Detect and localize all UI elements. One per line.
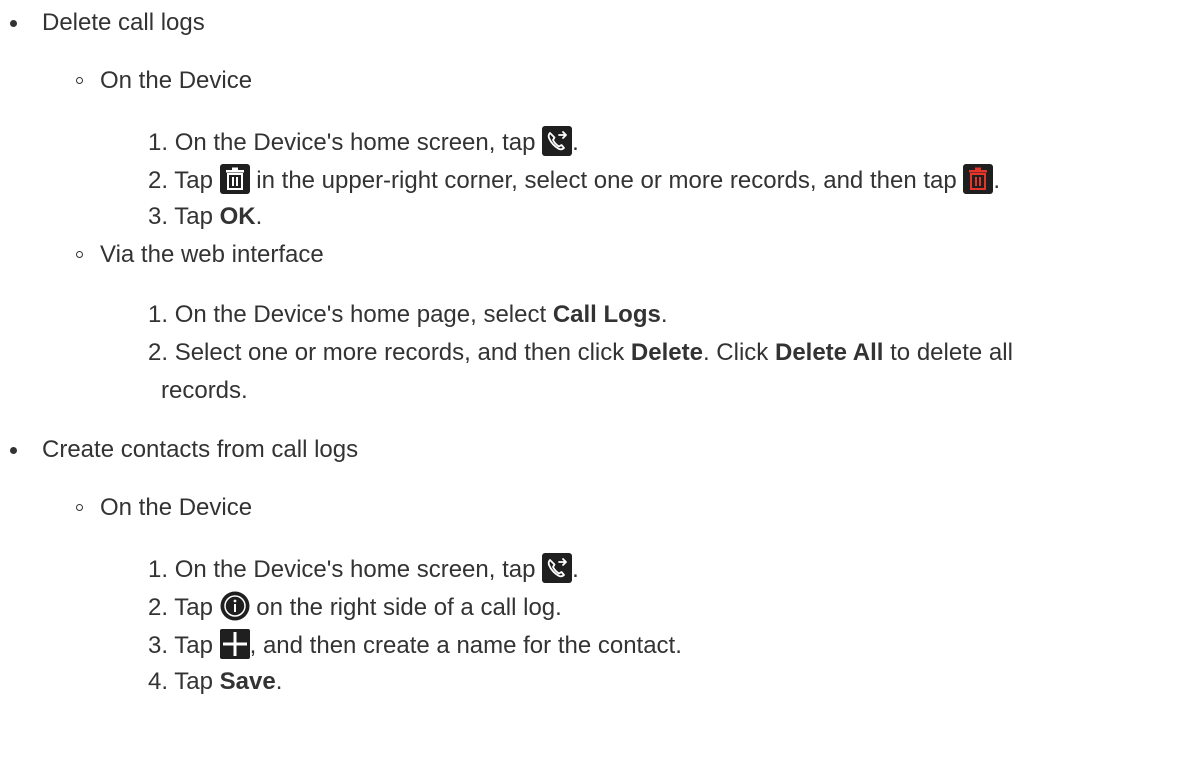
- step-text: Tap: [174, 203, 213, 230]
- step-number: 1.: [148, 301, 169, 328]
- step: 2. Tap in the upper-right corner, select…: [148, 164, 1000, 196]
- step: 2. Tap on the right side of a call log.: [148, 591, 562, 623]
- step: 1. On the Device's home screen, tap .: [148, 553, 579, 585]
- call-log-icon: [542, 553, 573, 583]
- step-text: to delete all: [890, 339, 1013, 366]
- info-icon: [220, 591, 250, 621]
- subsection-title: Via the web interface: [100, 241, 324, 268]
- section-title: Create contacts from call logs: [42, 436, 359, 463]
- add-icon: [219, 629, 250, 659]
- step-text: Tap: [174, 668, 213, 695]
- step-continuation: records.: [161, 377, 248, 404]
- step-number: 2.: [148, 339, 169, 366]
- subsection-title: On the Device: [100, 494, 253, 521]
- section-title: Delete call logs: [42, 9, 205, 36]
- step-text: On the Device's home screen, tap: [174, 556, 536, 583]
- step-number: 2.: [148, 594, 169, 621]
- step-text: in the upper-right corner, select one or…: [256, 167, 957, 194]
- ui-term: Delete All: [774, 339, 884, 366]
- step-punct: .: [993, 167, 1001, 194]
- step-punct: .: [255, 203, 263, 230]
- subsection-title: On the Device: [100, 67, 253, 94]
- step-text: Tap: [174, 632, 213, 659]
- bullet: [10, 447, 17, 454]
- bullet: [10, 20, 17, 27]
- step: 3. Tap OK.: [148, 202, 262, 232]
- step-text: on the right side of a call log.: [256, 594, 562, 621]
- step-text: , and then create a name for the contact…: [249, 632, 682, 659]
- step-number: 4.: [148, 668, 169, 695]
- step-text: Tap: [174, 594, 213, 621]
- step-text: Tap: [174, 167, 213, 194]
- call-log-icon: [542, 126, 573, 156]
- step: 1. On the Device's home screen, tap .: [148, 126, 579, 158]
- sub-bullet: [76, 504, 83, 511]
- step-number: 3.: [148, 203, 169, 230]
- step-number: 1.: [148, 129, 169, 156]
- ui-term: Call Logs: [552, 301, 661, 328]
- step: 4. Tap Save.: [148, 667, 282, 697]
- step-text: On the Device's home page, select: [174, 301, 547, 328]
- step-punct: .: [572, 129, 579, 156]
- ui-term: Save: [219, 668, 276, 695]
- sub-bullet: [76, 77, 83, 84]
- step-number: 1.: [148, 556, 169, 583]
- step-number: 3.: [148, 632, 169, 659]
- step-text: On the Device's home screen, tap: [174, 129, 536, 156]
- trash-red-icon: [963, 164, 994, 194]
- trash-icon: [219, 164, 250, 194]
- step-text: Select one or more records, and then cli…: [174, 339, 625, 366]
- step: 3. Tap , and then create a name for the …: [148, 629, 682, 661]
- step-punct: .: [660, 301, 668, 328]
- step: 1. On the Device's home page, select Cal…: [148, 300, 668, 330]
- ui-term: OK: [219, 203, 256, 230]
- step: 2. Select one or more records, and then …: [148, 338, 1013, 368]
- ui-term: Delete: [630, 339, 703, 366]
- step-number: 2.: [148, 167, 169, 194]
- step-punct: .: [572, 556, 579, 583]
- step-punct: .: [275, 668, 283, 695]
- step-text: . Click: [702, 339, 769, 366]
- sub-bullet: [76, 251, 83, 258]
